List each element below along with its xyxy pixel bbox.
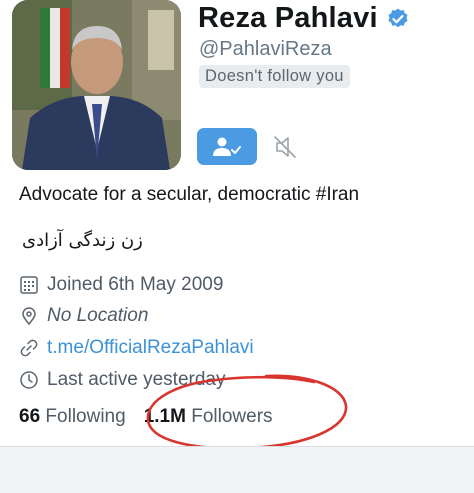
website-link[interactable]: t.me/OfficialRezaPahlavi — [47, 337, 254, 359]
profile-bio: Advocate for a secular, democratic #Iran — [19, 184, 360, 205]
mute-button[interactable] — [270, 132, 300, 162]
avatar[interactable] — [12, 0, 181, 170]
annotation-circle — [146, 374, 348, 450]
location-pin-icon — [22, 307, 36, 326]
following-label: Following — [45, 406, 126, 427]
verified-badge-icon — [388, 8, 408, 27]
avatar-photo — [12, 0, 181, 170]
link-icon — [20, 339, 38, 357]
profile-name-row: Reza Pahlavi — [198, 2, 410, 35]
speaker-muted-icon — [274, 136, 296, 158]
tab-bar-divider — [0, 446, 474, 493]
calendar-icon — [20, 276, 38, 294]
following-count: 66 — [19, 406, 41, 427]
clock-icon — [20, 371, 38, 389]
profile-bio-persian: زن زندگی آزادی — [22, 230, 143, 251]
follows-you-badge: Doesn't follow you — [199, 65, 350, 88]
profile-handle: @PahlaviReza — [199, 38, 332, 60]
user-check-icon — [213, 137, 241, 156]
profile-name: Reza Pahlavi — [198, 2, 378, 34]
website-row[interactable]: t.me/OfficialRezaPahlavi — [19, 337, 254, 359]
location-text: No Location — [47, 305, 149, 326]
joined-date: Joined 6th May 2009 — [47, 274, 224, 295]
location-row: No Location — [19, 305, 148, 327]
following-button[interactable] — [197, 128, 257, 165]
following-stat[interactable]: 66 Following — [19, 406, 126, 428]
joined-row: Joined 6th May 2009 — [19, 274, 223, 296]
